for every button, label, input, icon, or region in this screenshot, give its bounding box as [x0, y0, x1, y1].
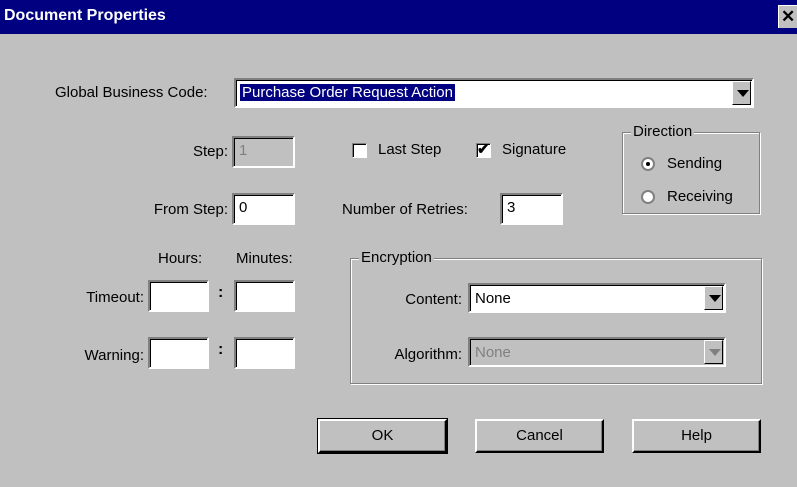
direction-legend: Direction [631, 123, 695, 140]
hours-header: Hours: [158, 250, 203, 267]
direction-receiving-radio[interactable] [641, 190, 655, 204]
ok-button[interactable]: OK [317, 418, 448, 454]
algorithm-value: None [475, 344, 511, 361]
radio-selected-icon [646, 162, 650, 166]
signature-checkbox[interactable]: ✔ [476, 141, 491, 158]
step-value: 1 [239, 142, 248, 159]
from-step-label: From Step: [153, 201, 228, 218]
time-separator: : [218, 341, 224, 358]
step-label: Step: [192, 143, 228, 160]
from-step-field[interactable]: 0 [232, 193, 295, 225]
warning-hours-field[interactable] [148, 337, 209, 369]
warning-minutes-field[interactable] [234, 337, 295, 369]
retries-field[interactable]: 3 [500, 193, 563, 225]
direction-sending-radio[interactable] [641, 157, 655, 171]
content-value: None [475, 290, 511, 307]
encryption-legend: Encryption [359, 249, 434, 266]
direction-receiving-label: Receiving [667, 188, 733, 205]
algorithm-dropdown-button [704, 340, 723, 364]
time-separator: : [218, 284, 224, 301]
title-bar: Document Properties ✕ [0, 0, 797, 34]
content-label: Content: [405, 291, 462, 308]
timeout-hours-field[interactable] [148, 280, 209, 312]
last-step-checkbox[interactable] [352, 143, 367, 158]
direction-sending-label: Sending [667, 155, 723, 172]
document-properties-dialog: Document Properties ✕ Global Business Co… [0, 0, 797, 487]
global-business-code-combo[interactable]: Purchase Order Request Action [234, 78, 754, 108]
window-title: Document Properties [4, 7, 166, 24]
algorithm-combo: None [468, 337, 726, 367]
close-icon[interactable]: ✕ [778, 5, 797, 28]
content-dropdown-button[interactable] [704, 286, 723, 310]
step-field: 1 [232, 136, 295, 168]
minutes-header: Minutes: [236, 250, 293, 267]
algorithm-label: Algorithm: [394, 346, 462, 363]
retries-label: Number of Retries: [342, 201, 468, 218]
content-combo[interactable]: None [468, 283, 726, 313]
help-button[interactable]: Help [632, 419, 761, 453]
timeout-label: Timeout: [86, 289, 144, 306]
timeout-minutes-field[interactable] [234, 280, 295, 312]
checkmark-icon: ✔ [477, 141, 490, 158]
chevron-down-icon [737, 90, 749, 97]
from-step-value: 0 [239, 199, 248, 216]
warning-label: Warning: [84, 347, 144, 364]
cancel-button[interactable]: Cancel [475, 419, 604, 453]
last-step-label: Last Step [378, 141, 442, 158]
retries-value: 3 [507, 199, 516, 216]
global-business-code-label: Global Business Code: [55, 84, 208, 101]
global-business-code-dropdown-button[interactable] [732, 81, 751, 105]
chevron-down-icon [709, 295, 721, 302]
chevron-down-icon [709, 349, 721, 356]
signature-label: Signature [502, 141, 567, 158]
global-business-code-value: Purchase Order Request Action [239, 83, 456, 102]
